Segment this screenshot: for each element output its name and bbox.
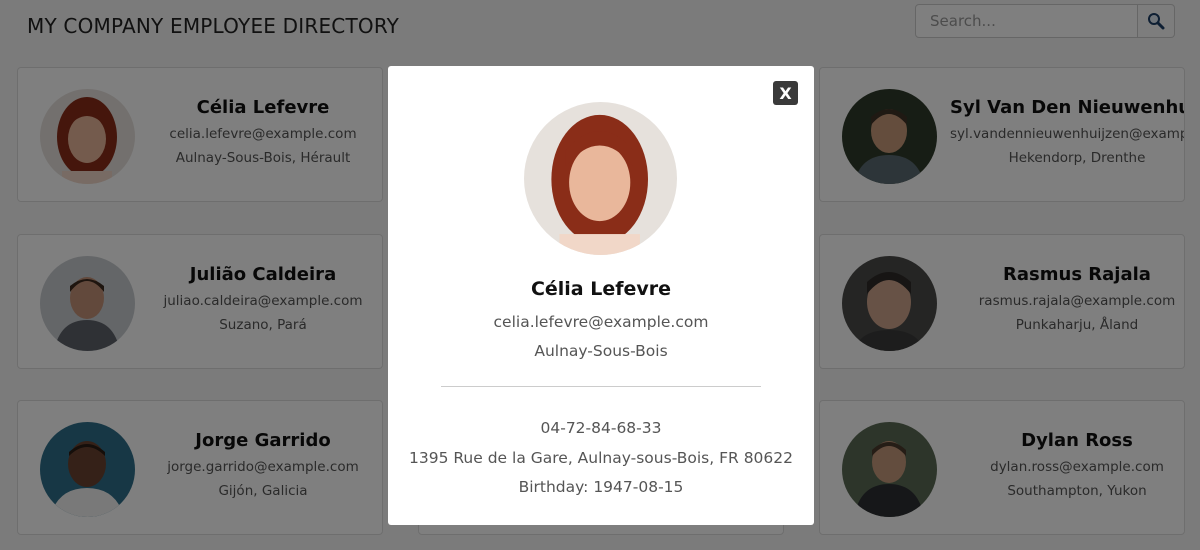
modal-email: celia.lefevre@example.com bbox=[493, 313, 709, 331]
modal-phone: 04-72-84-68-33 bbox=[540, 419, 662, 437]
modal-name: Célia Lefevre bbox=[530, 278, 672, 300]
employee-modal: X Célia Lefevre celia.lefevre@example.co… bbox=[388, 66, 814, 525]
modal-city: Aulnay-Sous-Bois bbox=[534, 342, 668, 360]
modal-birthday: Birthday: 1947-08-15 bbox=[518, 478, 684, 496]
divider bbox=[441, 386, 761, 387]
page: MY COMPANY EMPLOYEE DIRECTORY Célia Lef bbox=[0, 0, 1200, 550]
close-button[interactable]: X bbox=[773, 81, 798, 105]
modal-avatar bbox=[524, 102, 677, 255]
modal-address: 1395 Rue de la Gare, Aulnay-sous-Bois, F… bbox=[408, 449, 794, 467]
